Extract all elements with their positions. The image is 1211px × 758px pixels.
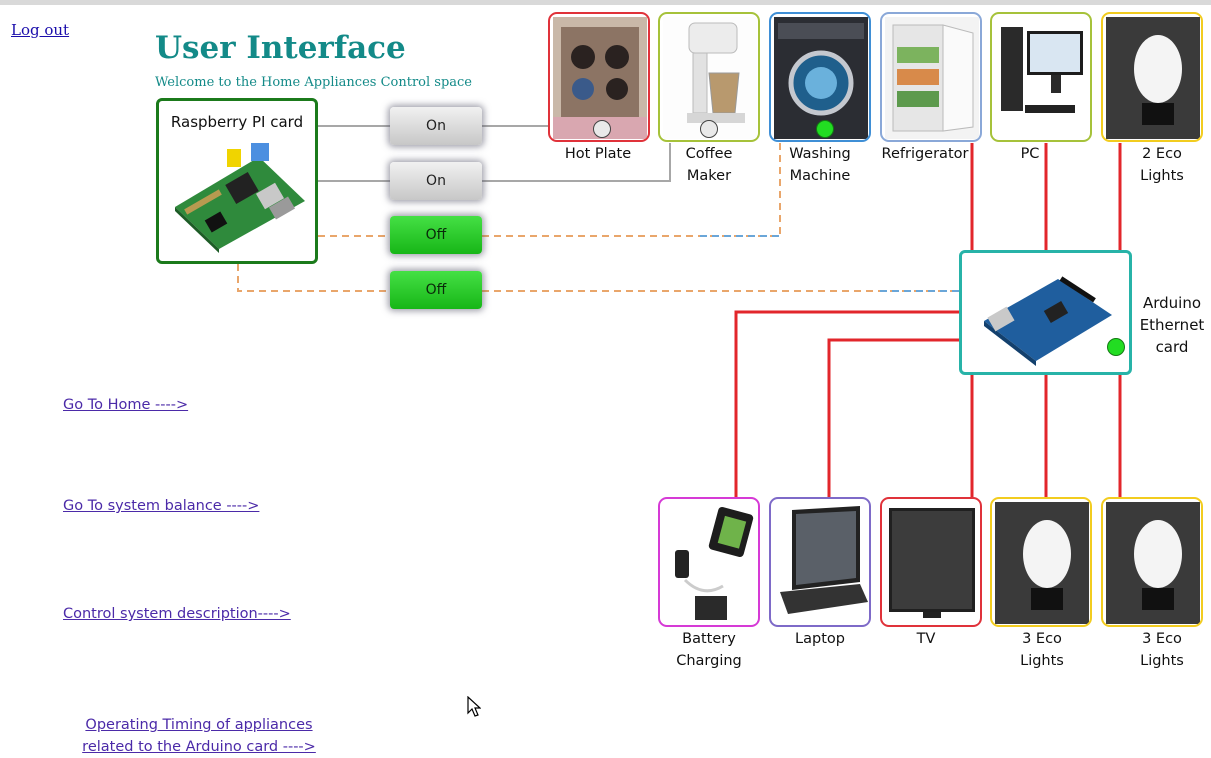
appliance-3-eco-lights-2[interactable] [1101, 497, 1203, 627]
washing-machine-status-indicator [816, 120, 834, 138]
appliance-battery-charging[interactable] [658, 497, 760, 627]
caption-tv: TV [916, 631, 936, 647]
go-to-home-link[interactable]: Go To Home ----> [63, 397, 188, 413]
raspberry-pi-board-image [175, 143, 305, 253]
refrigerator-image [885, 17, 979, 139]
caption-3-eco-lights-2: 3 Eco Lights [1140, 631, 1184, 669]
appliance-pc[interactable] [990, 12, 1092, 142]
hot-plate-status-indicator [593, 120, 611, 138]
eco-light-bulb-image [1106, 502, 1200, 624]
coffee-maker-status-indicator [700, 120, 718, 138]
wire-arduino [237, 264, 960, 292]
appliance-tv[interactable] [880, 497, 982, 627]
wire-arduino-blue [700, 235, 960, 292]
caption-hot-plate: Hot Plate [564, 146, 632, 162]
mouse-cursor-icon [467, 696, 481, 717]
caption-arduino: Arduino Ethernet card [1139, 294, 1205, 356]
switch-coffee-maker[interactable]: On [390, 162, 482, 200]
raspberry-pi-card: Raspberry PI card [156, 98, 318, 264]
appliance-laptop[interactable] [769, 497, 871, 627]
appliance-3-eco-lights-1[interactable] [990, 497, 1092, 627]
caption-laptop: Laptop [795, 631, 845, 647]
laptop-image [774, 502, 868, 624]
pc-image [995, 17, 1089, 139]
control-system-description-link[interactable]: Control system description----> [63, 606, 291, 622]
appliance-refrigerator[interactable] [880, 12, 982, 142]
switch-arduino[interactable]: Off [390, 271, 482, 309]
arduino-board-image [984, 276, 1112, 366]
caption-2-eco-lights: 2 Eco Lights [1140, 146, 1184, 184]
caption-pc: PC [1020, 146, 1040, 162]
battery-charging-image [663, 502, 757, 624]
switch-hot-plate[interactable]: On [390, 107, 482, 145]
caption-washing-machine: Washing Machine [789, 146, 851, 184]
eco-light-bulb-image [1106, 17, 1200, 139]
eco-light-bulb-image [995, 502, 1089, 624]
caption-3-eco-lights-1: 3 Eco Lights [1020, 631, 1064, 669]
raspberry-pi-label: Raspberry PI card [170, 113, 304, 131]
tv-image [885, 502, 979, 624]
appliance-2-eco-lights[interactable] [1101, 12, 1203, 142]
caption-battery-charging: Battery Charging [676, 631, 742, 669]
operating-timing-link[interactable]: Operating Timing of appliances related t… [70, 714, 328, 758]
go-to-system-balance-link[interactable]: Go To system balance ----> [63, 498, 259, 514]
switch-washing-machine[interactable]: Off [390, 216, 482, 254]
caption-coffee-maker: Coffee Maker [685, 146, 733, 184]
arduino-ethernet-card[interactable] [959, 250, 1132, 375]
caption-refrigerator: Refrigerator [881, 146, 969, 162]
arduino-status-indicator [1107, 338, 1125, 356]
